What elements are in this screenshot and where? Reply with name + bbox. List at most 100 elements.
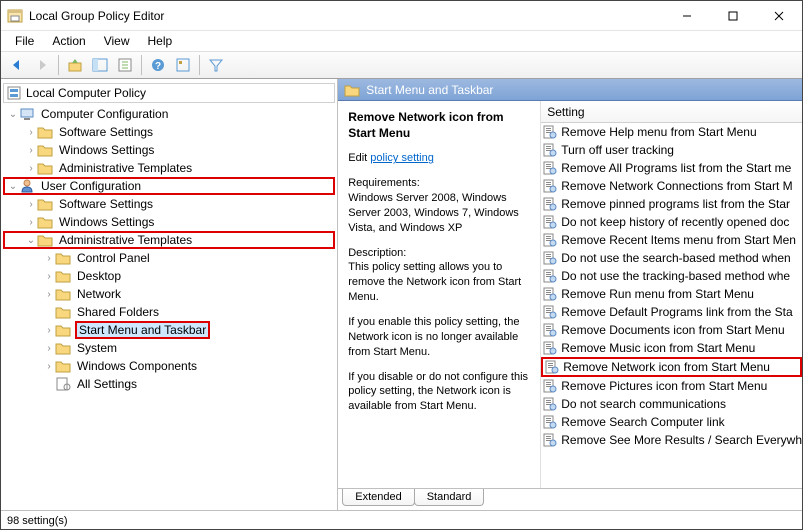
menubar: File Action View Help <box>1 31 802 51</box>
list-item[interactable]: Remove Recent Items menu from Start Men <box>541 231 802 249</box>
tree-item-start-menu[interactable]: ›Start Menu and Taskbar <box>3 321 335 339</box>
list-item[interactable]: Remove Music icon from Start Menu <box>541 339 802 357</box>
export-button[interactable] <box>113 53 137 77</box>
tree-item-user-config[interactable]: ⌄User Configuration <box>3 177 335 195</box>
tree-item[interactable]: ›Windows Settings <box>3 141 335 159</box>
tree-item[interactable]: ›Software Settings <box>3 123 335 141</box>
policy-icon <box>545 360 559 374</box>
tree-item[interactable]: ›Control Panel <box>3 249 335 267</box>
maximize-button[interactable] <box>710 1 756 31</box>
properties-button[interactable] <box>171 53 195 77</box>
close-button[interactable] <box>756 1 802 31</box>
expand-icon[interactable]: › <box>43 289 55 300</box>
tree-root[interactable]: Local Computer Policy <box>3 83 335 103</box>
tree-item[interactable]: Shared Folders <box>3 303 335 321</box>
list-item[interactable]: Do not use the search-based method when <box>541 249 802 267</box>
list-item[interactable]: Remove All Programs list from the Start … <box>541 159 802 177</box>
tree-item-admin-templates[interactable]: ⌄Administrative Templates <box>3 231 335 249</box>
list-item[interactable]: Remove Search Computer link <box>541 413 802 431</box>
expand-icon[interactable]: › <box>25 145 37 156</box>
tab-extended[interactable]: Extended <box>342 489 414 506</box>
policy-icon <box>543 179 557 193</box>
window-title: Local Group Policy Editor <box>29 9 664 23</box>
right-header-title: Start Menu and Taskbar <box>366 83 493 97</box>
expand-icon[interactable]: › <box>43 325 55 336</box>
policy-icon <box>543 433 557 447</box>
collapse-icon[interactable]: ⌄ <box>25 235 37 246</box>
expand-icon[interactable]: › <box>25 127 37 138</box>
tree-item[interactable]: ›Administrative Templates <box>3 159 335 177</box>
tree-item[interactable]: ›Software Settings <box>3 195 335 213</box>
titlebar: Local Group Policy Editor <box>1 1 802 31</box>
content-area: Local Computer Policy ⌄Computer Configur… <box>1 79 802 510</box>
svg-text:?: ? <box>155 61 161 72</box>
status-bar: 98 setting(s) <box>1 510 802 530</box>
description-text: If you enable this policy setting, the N… <box>348 315 530 360</box>
list-item[interactable]: Remove Network Connections from Start M <box>541 177 802 195</box>
minimize-button[interactable] <box>664 1 710 31</box>
settings-list-pane: Setting Remove Help menu from Start Menu… <box>540 101 802 488</box>
menu-help[interactable]: Help <box>140 32 181 50</box>
list-item[interactable]: Remove Default Programs link from the St… <box>541 303 802 321</box>
description-text: This policy setting allows you to remove… <box>348 260 530 305</box>
policy-icon <box>543 233 557 247</box>
expand-icon[interactable]: › <box>25 163 37 174</box>
tab-standard[interactable]: Standard <box>414 489 485 506</box>
list-item[interactable]: Do not search communications <box>541 395 802 413</box>
tree-item[interactable]: ›Desktop <box>3 267 335 285</box>
tree-item[interactable]: ›Windows Components <box>3 357 335 375</box>
collapse-icon[interactable]: ⌄ <box>7 181 19 192</box>
expand-icon[interactable]: › <box>43 361 55 372</box>
requirements-text: Windows Server 2008, Windows Server 2003… <box>348 191 530 236</box>
list-item[interactable]: Remove Network icon from Start Menu <box>541 357 802 377</box>
menu-view[interactable]: View <box>96 32 138 50</box>
tree-item[interactable]: All Settings <box>3 375 335 393</box>
policy-icon <box>543 287 557 301</box>
column-header-setting[interactable]: Setting <box>541 101 802 123</box>
back-button[interactable] <box>5 53 29 77</box>
expand-icon[interactable]: › <box>43 271 55 282</box>
status-text: 98 setting(s) <box>7 515 68 527</box>
toolbar: ? <box>1 51 802 79</box>
expand-icon[interactable]: › <box>43 253 55 264</box>
policy-icon <box>543 415 557 429</box>
selected-setting-title: Remove Network icon from Start Menu <box>348 109 530 141</box>
list-item[interactable]: Remove Documents icon from Start Menu <box>541 321 802 339</box>
policy-icon <box>543 215 557 229</box>
right-pane: Start Menu and Taskbar Remove Network ic… <box>338 79 802 510</box>
collapse-icon[interactable]: ⌄ <box>7 109 19 120</box>
list-item[interactable]: Turn off user tracking <box>541 141 802 159</box>
tabs: Extended Standard <box>338 488 802 510</box>
policy-icon <box>543 379 557 393</box>
expand-icon[interactable]: › <box>43 343 55 354</box>
app-icon <box>7 8 23 24</box>
up-button[interactable] <box>63 53 87 77</box>
filter-button[interactable] <box>204 53 228 77</box>
list-item[interactable]: Remove Run menu from Start Menu <box>541 285 802 303</box>
policy-setting-link[interactable]: policy setting <box>370 152 434 164</box>
policy-icon <box>543 125 557 139</box>
description-text: If you disable or do not configure this … <box>348 370 530 415</box>
list-item[interactable]: Do not keep history of recently opened d… <box>541 213 802 231</box>
list-item[interactable]: Remove Pictures icon from Start Menu <box>541 377 802 395</box>
tree-item-computer-config[interactable]: ⌄Computer Configuration <box>3 105 335 123</box>
list-item[interactable]: Remove pinned programs list from the Sta… <box>541 195 802 213</box>
list-item[interactable]: Do not use the tracking-based method whe <box>541 267 802 285</box>
policy-icon <box>543 323 557 337</box>
tree-item[interactable]: ›System <box>3 339 335 357</box>
tree-root-label: Local Computer Policy <box>26 86 146 100</box>
expand-icon[interactable]: › <box>25 199 37 210</box>
help-button[interactable]: ? <box>146 53 170 77</box>
policy-icon <box>543 143 557 157</box>
description-label: Description: <box>348 246 530 261</box>
list-item[interactable]: Remove Help menu from Start Menu <box>541 123 802 141</box>
list-item[interactable]: Remove See More Results / Search Everywh <box>541 431 802 449</box>
forward-button[interactable] <box>30 53 54 77</box>
tree-item[interactable]: ›Windows Settings <box>3 213 335 231</box>
menu-action[interactable]: Action <box>44 32 93 50</box>
show-hide-tree-button[interactable] <box>88 53 112 77</box>
menu-file[interactable]: File <box>7 32 42 50</box>
tree-item[interactable]: ›Network <box>3 285 335 303</box>
tree-pane: Local Computer Policy ⌄Computer Configur… <box>1 79 338 510</box>
expand-icon[interactable]: › <box>25 217 37 228</box>
